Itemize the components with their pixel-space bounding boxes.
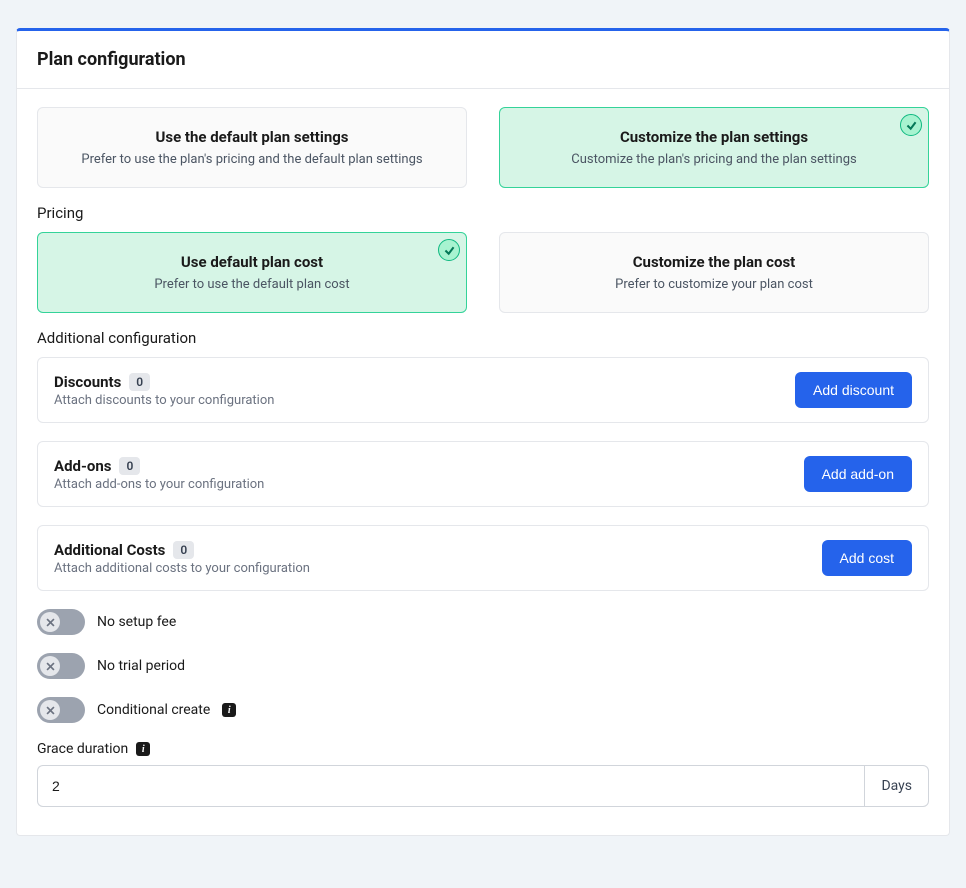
option-desc: Prefer to use the plan's pricing and the… (54, 152, 450, 167)
conditional-create-toggle[interactable] (37, 697, 85, 723)
check-icon (900, 114, 922, 136)
addons-desc: Attach add-ons to your configuration (54, 477, 264, 492)
addons-box: Add-ons 0 Attach add-ons to your configu… (37, 441, 929, 507)
additional-costs-desc: Attach additional costs to your configur… (54, 561, 310, 576)
add-cost-button[interactable]: Add cost (822, 540, 912, 576)
option-title: Use the default plan settings (54, 128, 450, 146)
setup-fee-label: No setup fee (97, 614, 176, 630)
option-desc: Prefer to customize your plan cost (516, 277, 912, 292)
addons-title: Add-ons (54, 457, 111, 475)
check-icon (438, 239, 460, 261)
option-desc: Customize the plan's pricing and the pla… (516, 152, 912, 167)
additional-costs-box: Additional Costs 0 Attach additional cos… (37, 525, 929, 591)
option-title: Customize the plan cost (516, 253, 912, 271)
x-icon (45, 661, 56, 672)
setup-fee-toggle[interactable] (37, 609, 85, 635)
option-title: Customize the plan settings (516, 128, 912, 146)
addons-count: 0 (119, 457, 140, 475)
setup-fee-row: No setup fee (37, 609, 929, 635)
pricing-label: Pricing (37, 204, 929, 222)
additional-costs-count: 0 (173, 541, 194, 559)
option-default-plan-cost[interactable]: Use default plan cost Prefer to use the … (37, 232, 467, 313)
toggle-knob (40, 656, 60, 676)
option-title: Use default plan cost (54, 253, 450, 271)
grace-label: Grace duration (37, 741, 128, 757)
plan-configuration-card: Plan configuration Use the default plan … (16, 28, 950, 836)
plan-settings-options: Use the default plan settings Prefer to … (37, 107, 929, 188)
additional-costs-info: Additional Costs 0 Attach additional cos… (54, 541, 310, 576)
info-icon[interactable]: i (222, 703, 236, 717)
card-title: Plan configuration (37, 49, 929, 70)
x-icon (45, 617, 56, 628)
additional-costs-title: Additional Costs (54, 541, 165, 559)
discounts-desc: Attach discounts to your configuration (54, 393, 274, 408)
add-discount-button[interactable]: Add discount (795, 372, 912, 408)
card-body: Use the default plan settings Prefer to … (17, 89, 949, 835)
grace-label-row: Grace duration i (37, 741, 929, 757)
addons-info: Add-ons 0 Attach add-ons to your configu… (54, 457, 264, 492)
grace-unit: Days (864, 765, 929, 807)
trial-period-toggle[interactable] (37, 653, 85, 679)
card-header: Plan configuration (17, 31, 949, 89)
trial-period-row: No trial period (37, 653, 929, 679)
add-addon-button[interactable]: Add add-on (804, 456, 912, 492)
conditional-create-label: Conditional create (97, 702, 210, 718)
discounts-title: Discounts (54, 373, 121, 391)
option-desc: Prefer to use the default plan cost (54, 277, 450, 292)
discounts-box: Discounts 0 Attach discounts to your con… (37, 357, 929, 423)
pricing-options: Use default plan cost Prefer to use the … (37, 232, 929, 313)
toggle-knob (40, 612, 60, 632)
x-icon (45, 705, 56, 716)
grace-input-group: Days (37, 765, 929, 807)
option-customize-plan-settings[interactable]: Customize the plan settings Customize th… (499, 107, 929, 188)
trial-period-label: No trial period (97, 658, 185, 674)
info-icon[interactable]: i (136, 742, 150, 756)
additional-config-label: Additional configuration (37, 329, 929, 347)
option-default-plan-settings[interactable]: Use the default plan settings Prefer to … (37, 107, 467, 188)
discounts-info: Discounts 0 Attach discounts to your con… (54, 373, 274, 408)
discounts-count: 0 (129, 373, 150, 391)
toggle-knob (40, 700, 60, 720)
grace-duration-input[interactable] (37, 765, 864, 807)
conditional-create-row: Conditional create i (37, 697, 929, 723)
option-customize-plan-cost[interactable]: Customize the plan cost Prefer to custom… (499, 232, 929, 313)
